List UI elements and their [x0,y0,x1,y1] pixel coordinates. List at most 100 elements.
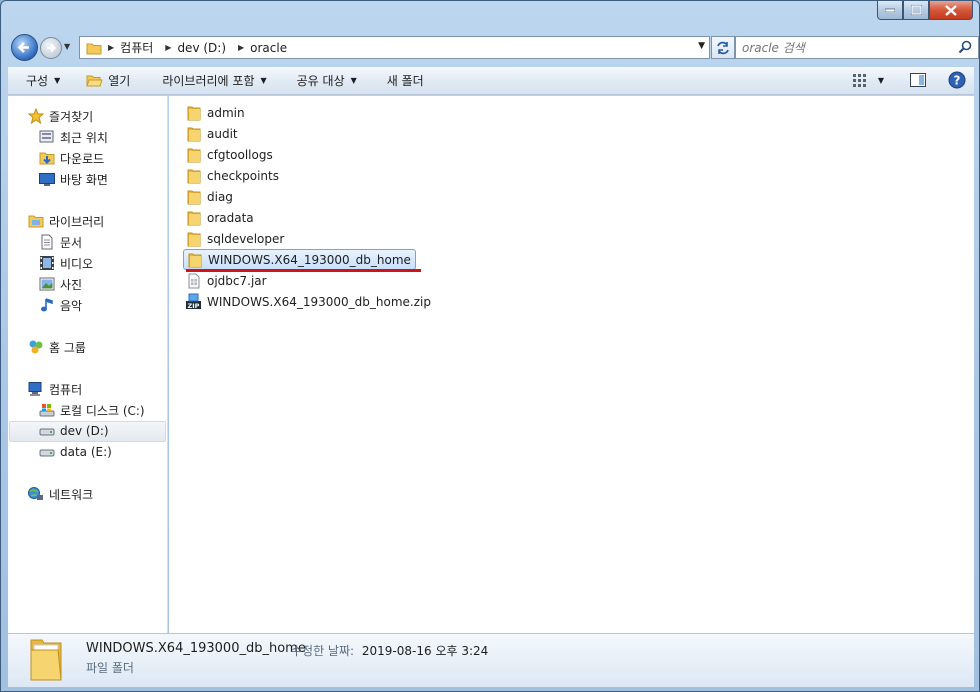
breadcrumb-dev-drive[interactable]: dev (D:) [177,41,226,55]
sidebar-item-label: 문서 [60,235,83,250]
recent-pages-button[interactable]: ▼ [64,42,74,52]
folder-icon [185,209,202,226]
chevron-down-icon: ▼ [350,76,357,85]
navigation-bar: ▼ ▶ 컴퓨터 ▶ dev (D:) ▶ oracle ▼ [9,33,979,61]
new-folder-label: 새 폴더 [386,74,424,88]
include-in-library-menu-button[interactable]: 라이브러리에 포함 ▼ [144,67,280,94]
list-item-folder-diag[interactable]: diag [183,186,237,207]
sidebar-item-label: 사진 [60,277,83,292]
toolbar-right-group: ▼ ? [852,71,966,89]
details-item-name: WINDOWS.X64_193000_db_home [86,641,306,656]
music-note-icon [39,297,55,313]
sidebar-item-pictures[interactable]: 사진 [39,274,82,294]
jar-file-icon [185,272,202,289]
preview-pane-button[interactable] [910,73,926,87]
breadcrumb-oracle[interactable]: oracle [250,41,287,55]
breadcrumb-separator-icon[interactable]: ▶ [108,43,114,52]
sidebar-item-music[interactable]: 음악 [39,295,82,315]
details-modified: 수정한 날짜: 2019-08-16 오후 3:24 [291,642,488,659]
breadcrumb-separator-icon[interactable]: ▶ [165,43,171,52]
include-library-label: 라이브러리에 포함 [162,74,255,88]
sidebar-item-data-e[interactable]: data (E:) [39,442,112,462]
file-name: WINDOWS.X64_193000_db_home.zip [207,294,431,309]
sidebar-item-desktop[interactable]: 바탕 화면 [39,169,108,189]
sidebar-item-label: 바탕 화면 [60,172,108,187]
breadcrumb-separator-icon[interactable]: ▶ [238,43,244,52]
change-view-button[interactable]: ▼ [852,73,884,87]
zip-archive-icon: ZIP [185,293,202,310]
search-icon[interactable] [958,40,972,57]
large-folder-icon [28,636,64,687]
list-item-folder-audit[interactable]: audit [183,123,242,144]
chevron-down-icon: ▼ [877,75,884,85]
open-label: 열기 [108,74,131,88]
system-drive-icon [39,402,55,418]
minimize-button[interactable] [877,1,903,20]
share-label: 공유 대상 [296,74,345,88]
sidebar-item-recent-places[interactable]: 최근 위치 [39,127,108,147]
sidebar-network[interactable]: 네트워크 [28,484,93,504]
share-with-menu-button[interactable]: 공유 대상 ▼ [281,67,371,94]
network-icon [28,486,44,502]
list-item-file-ojdbc7-jar[interactable]: ojdbc7.jar [183,270,271,291]
sidebar-item-label: 음악 [60,298,83,313]
organize-menu-button[interactable]: 구성 ▼ [8,67,74,94]
refresh-button[interactable] [711,36,735,59]
sidebar-item-label: 다운로드 [60,151,105,166]
back-arrow-icon [17,42,29,53]
search-box [735,36,979,59]
list-item-folder-sqldeveloper[interactable]: sqldeveloper [183,228,288,249]
help-icon: ? [948,71,966,89]
open-button[interactable]: 열기 [74,67,144,94]
address-dropdown-icon[interactable]: ▼ [698,41,705,51]
folder-icon [86,40,102,56]
sidebar-item-label: 비디오 [60,256,94,271]
new-folder-button[interactable]: 새 폴더 [371,67,438,94]
address-bar[interactable]: ▶ 컴퓨터 ▶ dev (D:) ▶ oracle ▼ [79,36,710,59]
list-item-folder-db-home-selected[interactable]: WINDOWS.X64_193000_db_home [183,249,416,270]
minimize-icon [885,8,895,12]
preview-pane-icon [910,73,926,87]
sidebar-item-videos[interactable]: 비디오 [39,253,93,273]
close-button[interactable] [929,1,973,20]
help-button[interactable]: ? [948,71,966,89]
folder-icon [186,251,203,268]
maximize-button[interactable] [903,1,929,20]
file-name: diag [207,189,233,204]
chevron-down-icon: ▼ [260,76,267,85]
list-item-folder-admin[interactable]: admin [183,102,249,123]
view-details-icon [852,74,866,87]
sidebar-libraries[interactable]: 라이브러리 [28,211,104,231]
sidebar-item-dev-d[interactable]: dev (D:) [39,421,109,441]
folder-icon [185,104,202,121]
back-button[interactable] [11,34,38,61]
pictures-icon [39,276,55,292]
list-item-file-db-home-zip[interactable]: ZIP WINDOWS.X64_193000_db_home.zip [183,291,435,312]
sidebar-item-local-disk-c[interactable]: 로컬 디스크 (C:) [39,400,145,420]
sidebar-favorites-label: 즐겨찾기 [49,109,94,124]
chevron-down-icon: ▼ [64,42,71,51]
file-name: sqldeveloper [207,231,285,246]
list-item-folder-checkpoints[interactable]: checkpoints [183,165,283,186]
star-icon [28,108,44,124]
downloads-folder-icon [39,150,55,166]
file-name: WINDOWS.X64_193000_db_home [208,252,411,267]
sidebar-item-downloads[interactable]: 다운로드 [39,148,104,168]
refresh-icon [717,41,729,54]
forward-button[interactable] [40,37,62,59]
list-item-folder-oradata[interactable]: oradata [183,207,258,228]
sidebar-computer[interactable]: 컴퓨터 [28,379,82,399]
list-item-folder-cfgtoollogs[interactable]: cfgtoollogs [183,144,277,165]
folder-icon [185,125,202,142]
folder-icon [185,167,202,184]
file-name: checkpoints [207,168,279,183]
search-input[interactable] [742,40,952,55]
file-name: audit [207,126,238,141]
sidebar-favorites[interactable]: 즐겨찾기 [28,106,93,126]
desktop-icon [39,171,55,187]
close-icon [945,4,957,16]
breadcrumb-computer[interactable]: 컴퓨터 [120,39,153,56]
sidebar-homegroup[interactable]: 홈 그룹 [28,337,86,357]
sidebar-item-documents[interactable]: 문서 [39,232,82,252]
drive-icon [39,444,55,460]
